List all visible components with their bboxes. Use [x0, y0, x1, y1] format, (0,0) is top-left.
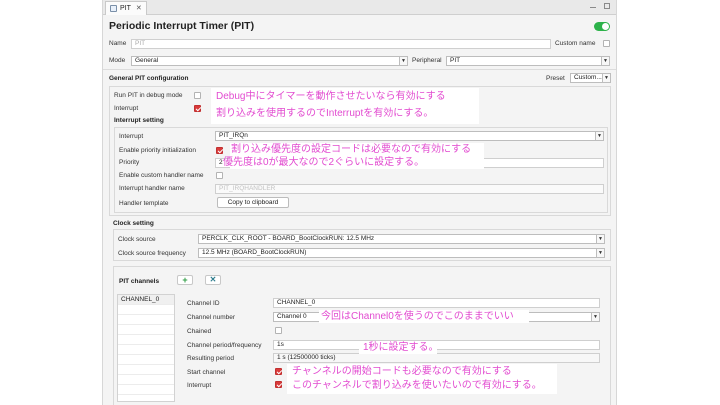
tab-label: PIT	[120, 5, 131, 12]
page-title: Periodic Interrupt Timer (PIT)	[109, 20, 255, 32]
channel-number-label: Channel number	[187, 314, 236, 321]
name-label: Name	[109, 40, 127, 47]
divider	[103, 69, 616, 70]
list-item-empty	[118, 385, 174, 395]
custom-handler-label: Enable custom handler name	[119, 172, 204, 179]
annotation-channel-interrupt: このチャンネルで割り込みを使いたいので有効にする。	[292, 380, 542, 391]
custom-name-checkbox[interactable]	[603, 40, 610, 47]
clock-frequency-value: 12.5 MHz (BOARD_BootClockRUN)	[202, 249, 307, 256]
channel-interrupt-label: Interrupt	[187, 382, 212, 389]
interrupt-label: Interrupt	[114, 105, 139, 112]
custom-name-label: Custom name	[555, 40, 596, 47]
channel-number-value: Channel 0	[277, 313, 307, 320]
annotation-priority-init: 割り込み優先度の設定コードは必要なので有効にする	[231, 144, 472, 155]
channel-interrupt-checkbox[interactable]	[275, 381, 282, 388]
list-item-empty	[118, 315, 174, 325]
list-item-empty	[118, 365, 174, 375]
peripheral-select[interactable]: PIT ▼	[446, 56, 610, 66]
preset-select[interactable]: Custom... ▼	[570, 73, 611, 83]
chevron-down-icon: ▼	[596, 249, 604, 257]
annotation-channel: 今回はChannel0を使うのでこのままでいい	[321, 311, 514, 322]
list-item-empty	[118, 325, 174, 335]
tab-bar: PIT ✕	[103, 0, 616, 15]
channel-id-label: Channel ID	[187, 300, 220, 307]
list-item-empty	[118, 375, 174, 385]
peripheral-label: Peripheral	[412, 57, 442, 64]
preset-label: Preset	[546, 75, 565, 82]
chained-label: Chained	[187, 328, 212, 335]
priority-init-checkbox[interactable]	[216, 147, 223, 154]
clock-source-label: Clock source	[118, 236, 156, 243]
clock-frequency-label: Clock source frequency	[118, 250, 186, 257]
channel-id-field[interactable]: CHANNEL_0	[273, 298, 600, 308]
chevron-down-icon: ▼	[602, 74, 610, 82]
list-item-empty	[118, 305, 174, 315]
resulting-period-value: 1 s (12500000 ticks)	[273, 353, 600, 363]
list-item-empty	[118, 335, 174, 345]
annotation-interrupt: 割り込みを使用するのでInterruptを有効にする。	[216, 108, 434, 119]
annotation-period: 1秒に設定する。	[363, 342, 439, 353]
irq-select[interactable]: PIT_IRQn ▼	[215, 131, 604, 141]
chevron-down-icon: ▼	[595, 132, 603, 140]
window-controls	[590, 3, 610, 9]
channels-heading: PIT channels	[119, 278, 160, 285]
annotation-debug: Debug中にタイマーを動作させたいなら有効にする	[216, 91, 446, 102]
chevron-down-icon: ▼	[596, 235, 604, 243]
close-icon[interactable]: ✕	[136, 2, 142, 15]
mode-select[interactable]: General ▼	[131, 56, 408, 66]
chevron-down-icon: ▼	[399, 57, 407, 65]
clock-source-value: PERCLK_CLK_ROOT - BOARD_BootClockRUN: 12…	[202, 235, 375, 242]
annotation-priority: 優先度は0が最大なので2ぐらいに設定する。	[223, 157, 425, 168]
tab-pit[interactable]: PIT ✕	[105, 1, 147, 15]
channel-list: CHANNEL_0	[117, 294, 175, 402]
clock-source-select[interactable]: PERCLK_CLK_ROOT - BOARD_BootClockRUN: 12…	[198, 234, 605, 244]
handler-template-label: Handler template	[119, 200, 169, 207]
enable-toggle[interactable]	[594, 22, 610, 31]
list-item-empty	[118, 345, 174, 355]
config-heading: General PIT configuration	[109, 75, 189, 82]
custom-handler-checkbox[interactable]	[216, 172, 223, 179]
irq-label: Interrupt	[119, 133, 144, 140]
resulting-period-label: Resulting period	[187, 355, 234, 362]
clock-heading: Clock setting	[113, 220, 154, 227]
handler-name-field: PIT_IRQHANDLER	[215, 184, 604, 194]
mode-label: Mode	[109, 57, 126, 64]
chevron-down-icon: ▼	[591, 313, 599, 321]
run-debug-label: Run PIT in debug mode	[114, 92, 183, 99]
clock-group: Clock source PERCLK_CLK_ROOT - BOARD_Boo…	[113, 229, 611, 261]
add-channel-button[interactable]: +	[177, 275, 193, 285]
remove-channel-button[interactable]: ✕	[205, 275, 221, 285]
irq-value: PIT_IRQn	[219, 132, 248, 139]
interrupt-checkbox[interactable]	[194, 105, 201, 112]
preset-value: Custom...	[574, 74, 602, 81]
interrupt-setting-heading: Interrupt setting	[114, 117, 164, 124]
minimize-icon[interactable]	[590, 7, 596, 9]
annotation-start-channel: チャンネルの開始コードも必要なので有効にする	[292, 366, 512, 377]
chevron-down-icon: ▼	[601, 57, 609, 65]
handler-name-label: Interrupt handler name	[119, 185, 185, 192]
start-channel-label: Start channel	[187, 369, 226, 376]
name-field[interactable]: PIT	[131, 39, 551, 49]
priority-label: Priority	[119, 159, 140, 166]
chained-checkbox[interactable]	[275, 327, 282, 334]
peripheral-value: PIT	[450, 57, 461, 64]
start-channel-checkbox[interactable]	[275, 368, 282, 375]
interrupt-setting-group: Interrupt PIT_IRQn ▼ Enable priority ini…	[114, 127, 608, 213]
list-item[interactable]: CHANNEL_0	[118, 295, 174, 305]
run-debug-checkbox[interactable]	[194, 92, 201, 99]
peripheral-icon	[110, 5, 117, 12]
copy-to-clipboard-button[interactable]: Copy to clipboard	[217, 197, 289, 208]
clock-frequency-select[interactable]: 12.5 MHz (BOARD_BootClockRUN) ▼	[198, 248, 605, 258]
period-label: Channel period/frequency	[187, 342, 262, 349]
maximize-icon[interactable]	[604, 3, 610, 9]
list-item-empty	[118, 355, 174, 365]
mode-value: General	[135, 57, 159, 64]
priority-init-label: Enable priority initialization	[119, 147, 196, 154]
pit-config-panel: PIT ✕ Periodic Interrupt Timer (PIT) Nam…	[102, 0, 617, 405]
